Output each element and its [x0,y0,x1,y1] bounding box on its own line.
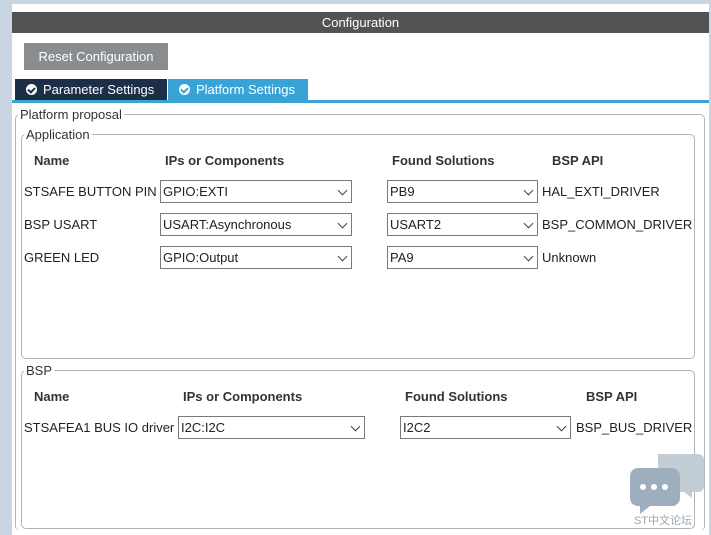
bsp-legend: BSP [26,363,53,378]
chevron-down-icon [523,251,534,262]
app-header-bsp-api: BSP API [552,153,604,168]
tab-platform-settings[interactable]: Platform Settings [168,79,308,100]
app-header-found: Found Solutions [392,153,495,168]
tab-label: Parameter Settings [43,82,155,97]
app-row-found-select[interactable]: PA9 [387,246,538,269]
bsp-row-found-select[interactable]: I2C2 [400,416,571,439]
bsp-row-bsp-api: BSP_BUS_DRIVER [576,420,693,435]
select-value: GPIO:EXTI [163,184,229,199]
app-row-ip-select[interactable]: USART:Asynchronous [160,213,352,236]
reset-configuration-button[interactable]: Reset Configuration [24,43,168,70]
bsp-header-bsp-api: BSP API [586,389,638,404]
select-value: GPIO:Output [163,250,239,265]
bsp-header-name: Name [34,389,70,404]
app-row-name: GREEN LED [24,250,100,265]
bsp-header-ips: IPs or Components [183,389,303,404]
app-row-bsp-api: BSP_COMMON_DRIVER [542,217,693,232]
app-header-ips: IPs or Components [165,153,285,168]
select-value: USART2 [390,217,442,232]
bsp-row-ip-select[interactable]: I2C:I2C [178,416,365,439]
select-value: I2C2 [403,420,431,435]
app-row-bsp-api: HAL_EXTI_DRIVER [542,184,660,199]
select-value: PB9 [390,184,415,199]
check-circle-icon [179,84,190,95]
app-row-bsp-api: Unknown [542,250,597,265]
application-legend: Application [26,127,90,142]
tab-parameter-settings[interactable]: Parameter Settings [15,79,167,100]
tab-label: Platform Settings [196,82,295,97]
bsp-header-found: Found Solutions [405,389,508,404]
select-value: PA9 [390,250,414,265]
check-circle-icon [26,84,37,95]
watermark-text: ST中文论坛 [634,515,693,527]
app-row-name: STSAFE BUTTON PIN [24,184,157,199]
chevron-down-icon [523,185,534,196]
configuration-title-bar: Configuration [12,12,709,33]
app-row-ip-select[interactable]: GPIO:Output [160,246,352,269]
app-row-ip-select[interactable]: GPIO:EXTI [160,180,352,203]
select-value: USART:Asynchronous [163,217,292,232]
bsp-row-name: STSAFEA1 BUS IO driver [24,420,175,435]
chevron-down-icon [337,251,348,262]
app-header-name: Name [34,153,70,168]
chevron-down-icon [337,185,348,196]
tab-underline [12,100,709,103]
chevron-down-icon [556,421,567,432]
chevron-down-icon [350,421,361,432]
chevron-down-icon [523,218,534,229]
select-value: I2C:I2C [181,420,226,435]
platform-proposal-legend: Platform proposal [20,107,122,122]
app-row-found-select[interactable]: PB9 [387,180,538,203]
chevron-down-icon [337,218,348,229]
bsp-group: BSP [21,363,695,529]
app-row-found-select[interactable]: USART2 [387,213,538,236]
window-title: Configuration [321,15,400,30]
app-row-name: BSP USART [24,217,98,232]
